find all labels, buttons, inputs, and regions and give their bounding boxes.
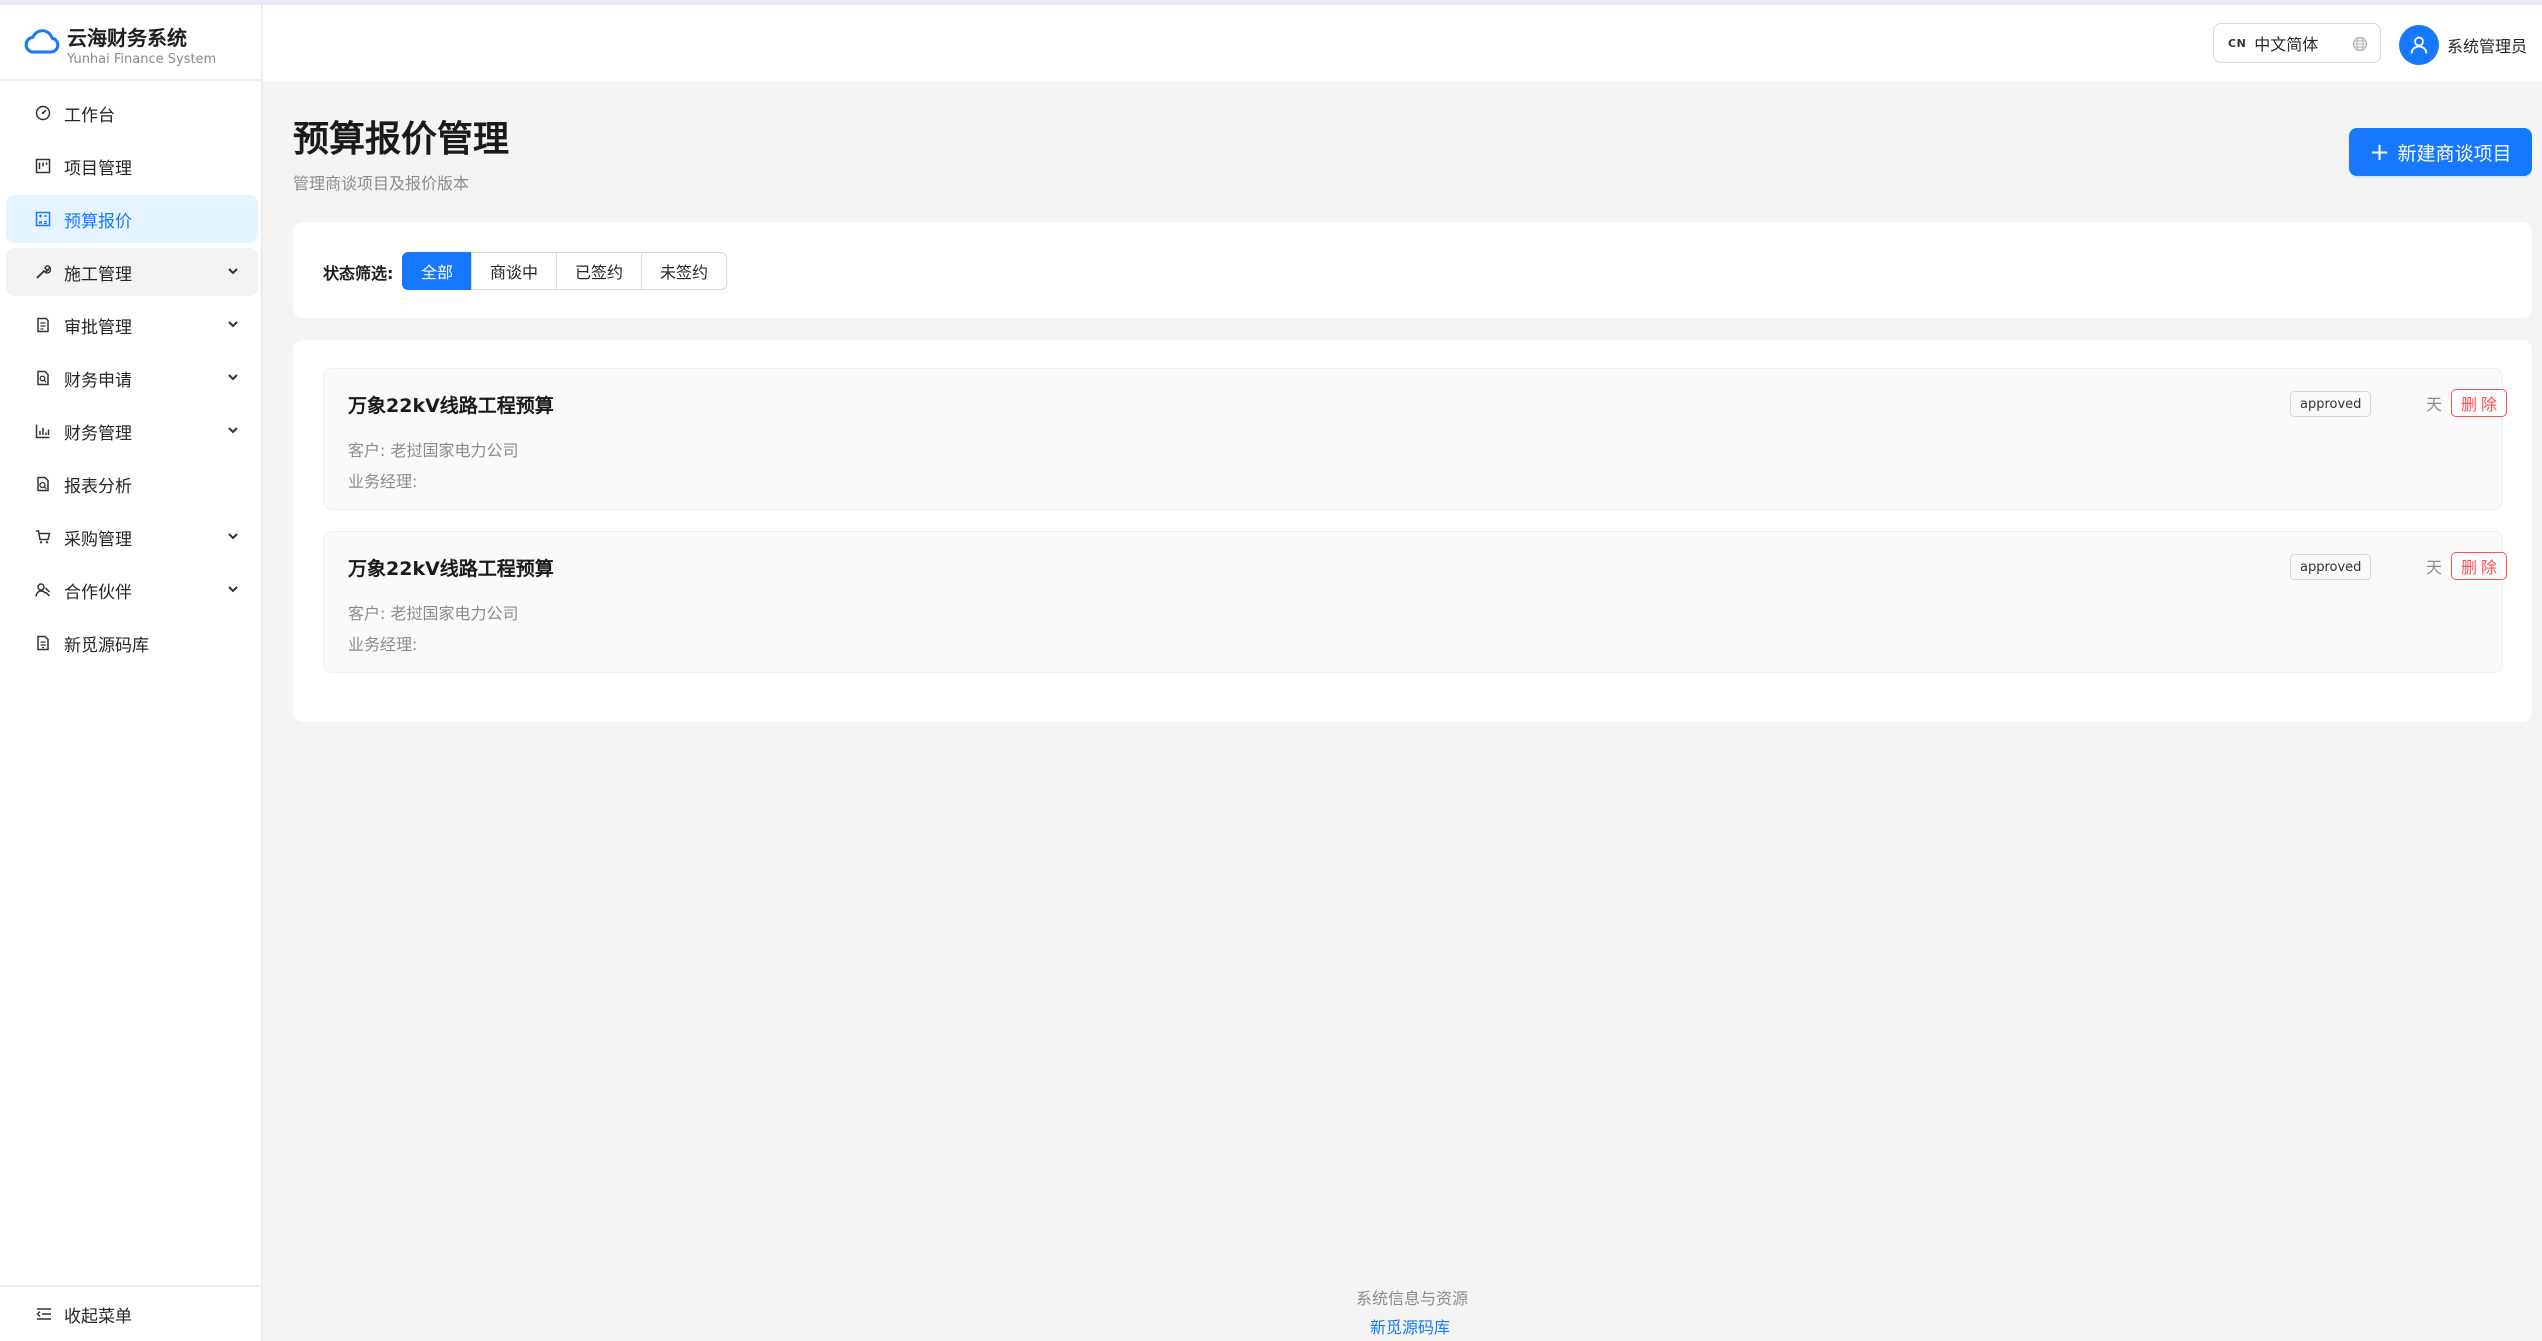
filter-option-all[interactable]: 全部 [402, 252, 473, 290]
brand-subtitle: Yunhai Finance System [67, 52, 217, 67]
project-manager: 业务经理: [348, 635, 418, 654]
project-name: 万象22kV线路工程预算 [348, 558, 554, 580]
file-search-icon [34, 369, 52, 387]
project-item[interactable]: 万象22kV线路工程预算 客户: 老挝国家电力公司 业务经理: approved… [323, 531, 2507, 673]
collapse-menu-label: 收起菜单 [64, 1306, 132, 1327]
filter-option-negotiating[interactable]: 商谈中 [471, 252, 558, 290]
user-menu[interactable]: 系统管理员 [2399, 25, 2527, 65]
user-name: 系统管理员 [2447, 37, 2528, 56]
sidebar-item-label: 财务管理 [64, 423, 132, 444]
sidebar-item-report-analysis[interactable]: 报表分析 [6, 460, 258, 508]
cloud-logo-icon [24, 29, 60, 54]
status-badge: approved [2290, 554, 2372, 580]
globe-icon [2352, 36, 2368, 52]
sidebar: 云海财务系统 Yunhai Finance System 工作台 项目管理 预算… [0, 5, 263, 1341]
sidebar-item-source-repository[interactable]: 新觅源码库 [6, 619, 258, 667]
chevron-down-icon [228, 533, 238, 540]
sidebar-item-dashboard[interactable]: 工作台 [6, 89, 258, 137]
new-negotiation-project-button[interactable]: + 新建商谈项目 [2349, 128, 2532, 176]
chevron-down-icon [228, 321, 238, 328]
repository-icon [34, 634, 52, 652]
chevron-down-icon [228, 268, 238, 275]
project-manager: 业务经理: [348, 472, 418, 491]
avatar [2399, 25, 2439, 65]
project-client: 客户: 老挝国家电力公司 [348, 604, 519, 623]
sidebar-item-label: 施工管理 [64, 264, 132, 285]
chevron-down-icon [228, 427, 238, 434]
status-filter-label: 状态筛选: [323, 264, 394, 283]
sidebar-item-label: 报表分析 [64, 476, 132, 497]
footer-title: 系统信息与资源 [1356, 1289, 1469, 1308]
top-header: CN 中文简体 系统管理员 [263, 5, 2542, 83]
cart-icon [34, 528, 52, 546]
chevron-down-icon [228, 586, 238, 593]
project-icon [34, 157, 52, 175]
sidebar-item-label: 项目管理 [64, 158, 132, 179]
sidebar-item-projects[interactable]: 项目管理 [6, 142, 258, 190]
sidebar-item-label: 财务申请 [64, 370, 132, 391]
status-filter-segmented: 全部 商谈中 已签约 未签约 [402, 252, 728, 290]
report-icon [34, 475, 52, 493]
project-name: 万象22kV线路工程预算 [348, 395, 554, 417]
sidebar-item-label: 合作伙伴 [64, 582, 132, 603]
project-list-card: 万象22kV线路工程预算 客户: 老挝国家电力公司 业务经理: approved… [293, 340, 2532, 722]
project-client: 客户: 老挝国家电力公司 [348, 441, 519, 460]
brand-title: 云海财务系统 [67, 26, 187, 50]
footer-repository-link[interactable]: 新觅源码库 [1370, 1314, 1450, 1338]
delete-button[interactable]: 删除 [2451, 389, 2507, 417]
language-code: CN [2228, 36, 2247, 50]
sidebar-item-budget-quote[interactable]: 预算报价 [6, 195, 258, 243]
status-filter-card: 状态筛选: 全部 商谈中 已签约 未签约 [293, 222, 2532, 318]
sidebar-item-label: 审批管理 [64, 317, 132, 338]
project-item[interactable]: 万象22kV线路工程预算 客户: 老挝国家电力公司 业务经理: approved… [323, 368, 2507, 510]
new-project-button-label: 新建商谈项目 [2397, 142, 2512, 165]
sidebar-item-label: 采购管理 [64, 529, 132, 550]
filter-option-unsigned[interactable]: 未签约 [641, 252, 728, 290]
chevron-down-icon [228, 374, 238, 381]
top-accent-line [0, 0, 2542, 5]
language-select[interactable]: CN 中文简体 [2213, 23, 2381, 63]
sidebar-item-label: 新觅源码库 [64, 635, 149, 656]
filter-option-signed[interactable]: 已签约 [556, 252, 643, 290]
audit-icon [34, 316, 52, 334]
calculator-icon [34, 210, 52, 228]
brand: 云海财务系统 Yunhai Finance System [0, 5, 261, 81]
menu-fold-icon [36, 1308, 51, 1320]
bar-chart-icon [34, 422, 52, 440]
delete-button[interactable]: 删除 [2451, 552, 2507, 580]
plus-icon: + [2369, 138, 2390, 166]
sidebar-item-purchasing[interactable]: 采购管理 [6, 513, 258, 561]
page-subtitle: 管理商谈项目及报价版本 [293, 174, 470, 193]
dashboard-icon [34, 104, 52, 122]
collapse-menu-button[interactable]: 收起菜单 [0, 1285, 261, 1341]
project-days: 天 [2426, 558, 2443, 577]
sidebar-item-partners[interactable]: 合作伙伴 [6, 566, 258, 614]
project-days: 天 [2426, 395, 2443, 414]
sidebar-item-approval[interactable]: 审批管理 [6, 301, 258, 349]
status-badge: approved [2290, 391, 2372, 417]
tool-icon [34, 263, 52, 281]
sidebar-item-construction[interactable]: 施工管理 [6, 248, 258, 296]
user-icon [2410, 36, 2428, 54]
sidebar-item-finance-management[interactable]: 财务管理 [6, 407, 258, 455]
sidebar-item-label: 预算报价 [64, 211, 132, 232]
sidebar-item-finance-request[interactable]: 财务申请 [6, 354, 258, 402]
sidebar-menu: 工作台 项目管理 预算报价 施工管理 审批管理 财务申请 财务管理 报表分析 采… [6, 89, 258, 672]
partner-icon [34, 581, 52, 599]
sidebar-item-label: 工作台 [64, 105, 115, 126]
language-label: 中文简体 [2254, 35, 2319, 54]
page-title: 预算报价管理 [293, 119, 510, 160]
